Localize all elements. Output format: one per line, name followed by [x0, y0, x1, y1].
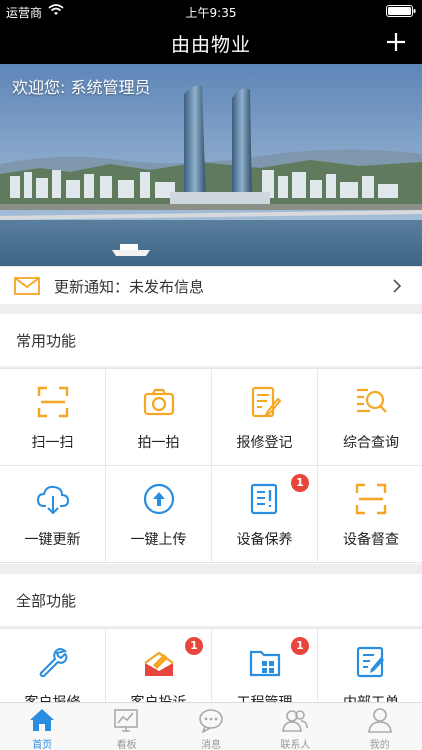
photo-button[interactable]: 拍一拍	[106, 369, 212, 466]
customer-repair-button[interactable]: 客户报修	[0, 629, 106, 702]
upload-icon	[143, 483, 175, 515]
complaint-icon	[144, 651, 174, 676]
one-click-update-button[interactable]: 一键更新	[0, 466, 106, 563]
wrench-icon	[39, 648, 68, 677]
tab-contacts[interactable]: 联系人	[253, 703, 337, 750]
query-label: 综合查询	[343, 435, 399, 451]
all-functions-title: 全部功能	[16, 592, 77, 610]
equipment-inspection-button[interactable]: 设备督查	[318, 466, 422, 563]
customer-repair-label: 客户报修	[0, 692, 105, 702]
project-folder-icon	[249, 650, 281, 677]
tab-bar: 首页 看板 消息 联系人 我的	[0, 702, 422, 750]
tab-contacts-label: 联系人	[280, 740, 311, 750]
equipment-maintenance-label: 设备保养	[236, 532, 293, 548]
update-notice-row[interactable]: 更新通知：未发布信息	[0, 266, 422, 304]
tab-home-label: 首页	[32, 740, 53, 750]
project-management-label: 工程管理	[212, 692, 317, 702]
tab-profile[interactable]: 我的	[338, 703, 422, 750]
tab-messages-label: 消息	[200, 740, 221, 750]
scan-label: 扫一扫	[31, 435, 74, 451]
common-functions-grid: 扫一扫 拍一拍 报修登记 综合查询 一键更新 一键上传 1 设备保养 设备督查	[0, 368, 422, 564]
common-functions-header: 常用功能	[0, 314, 422, 366]
photo-label: 拍一拍	[137, 435, 180, 451]
tab-home[interactable]: 首页	[0, 703, 84, 750]
equipment-maintenance-button[interactable]: 1 设备保养	[212, 466, 318, 563]
tab-dashboard-label: 看板	[116, 740, 137, 750]
profile-icon	[367, 708, 392, 733]
cloud-download-icon	[36, 485, 70, 515]
tab-messages[interactable]: 消息	[169, 703, 253, 750]
project-management-button[interactable]: 1 工程管理	[212, 629, 318, 702]
notice-text: 更新通知：未发布信息	[54, 278, 205, 296]
status-time: 上午9:35	[185, 6, 237, 20]
banner-image[interactable]: 欢迎您: 系统管理员	[0, 64, 422, 266]
common-functions-title: 常用功能	[16, 332, 77, 350]
one-click-upload-button[interactable]: 一键上传	[106, 466, 212, 563]
add-icon[interactable]	[384, 30, 408, 54]
inspect-scan-icon	[355, 483, 387, 515]
one-click-update-label: 一键更新	[24, 532, 81, 548]
repair-register-label: 报修登记	[236, 435, 293, 451]
camera-icon	[143, 388, 175, 416]
nav-bar: 由由物业	[0, 22, 422, 64]
customer-complaint-button[interactable]: 1 客户投诉	[106, 629, 212, 702]
home-icon	[30, 709, 54, 731]
page-title: 由由物业	[170, 34, 251, 56]
search-list-icon	[357, 388, 387, 413]
scan-button[interactable]: 扫一扫	[0, 369, 106, 466]
project-badge: 1	[291, 637, 309, 655]
maintenance-icon	[250, 483, 278, 515]
equipment-inspection-label: 设备督查	[343, 532, 399, 548]
tab-profile-label: 我的	[369, 740, 390, 750]
complaint-badge: 1	[185, 637, 203, 655]
contacts-icon	[282, 710, 308, 732]
repair-register-button[interactable]: 报修登记	[212, 369, 318, 466]
maintenance-badge: 1	[291, 474, 309, 492]
query-button[interactable]: 综合查询	[318, 369, 422, 466]
dashboard-icon	[114, 709, 139, 732]
welcome-text: 欢迎您: 系统管理员	[12, 78, 151, 97]
work-order-icon	[356, 646, 384, 678]
chevron-right-icon	[393, 279, 402, 293]
internal-work-order-button[interactable]: 内部工单	[318, 629, 422, 702]
scan-icon	[37, 386, 69, 418]
status-bar: 运营商 上午9:35	[0, 0, 422, 22]
tab-dashboard[interactable]: 看板	[84, 703, 168, 750]
battery-icon	[386, 5, 416, 17]
all-functions-grid: 客户报修 1 客户投诉 1 工程管理 内部工单	[0, 628, 422, 702]
one-click-upload-label: 一键上传	[130, 532, 187, 548]
internal-work-order-label: 内部工单	[318, 692, 422, 702]
customer-complaint-label: 客户投诉	[106, 692, 211, 702]
mail-icon	[14, 277, 40, 295]
repair-register-icon	[251, 386, 282, 418]
message-icon	[198, 709, 223, 733]
all-functions-header: 全部功能	[0, 574, 422, 626]
